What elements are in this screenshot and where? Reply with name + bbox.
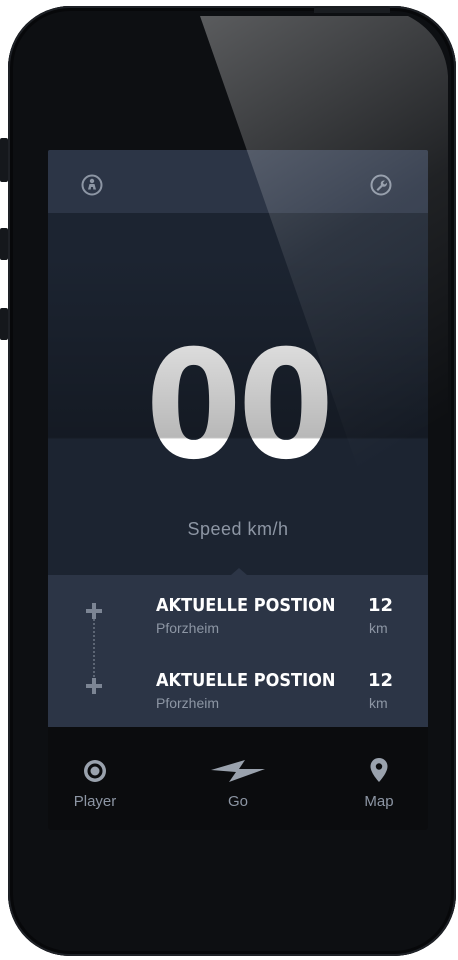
list-item[interactable]: AKTUELLE POSTION Pforzheim 12 km [48,666,428,716]
map-pin-icon [316,757,428,785]
power-button [314,6,390,13]
location-title: AKTUELLE POSTION [156,595,336,616]
location-subtitle: Pforzheim [156,695,220,711]
wrench-icon[interactable] [370,174,392,196]
tab-go[interactable]: Go [175,727,301,830]
speed-label: Speed km/h [187,519,289,539]
location-distance: 12 [368,595,394,616]
location-subtitle: Pforzheim [156,620,220,636]
location-distance: 12 [368,670,394,691]
record-icon [48,757,158,785]
app-screen: 00 Speed km/h AKTUELLE POSTION Pforzheim… [48,150,428,830]
lightning-icon [175,757,301,785]
tab-label: Player [73,793,117,810]
panel-caret [231,568,247,575]
plus-icon[interactable] [86,603,102,619]
volume-down-button [0,308,8,340]
location-unit: km [369,620,388,636]
person-icon[interactable] [81,174,103,196]
phone-frame: 00 Speed km/h AKTUELLE POSTION Pforzheim… [8,6,456,956]
tab-bar: Player Go Map [48,727,428,830]
location-list: AKTUELLE POSTION Pforzheim 12 km AKTUELL… [48,575,428,727]
tab-map[interactable]: Map [316,727,428,830]
location-title: AKTUELLE POSTION [156,670,336,691]
plus-icon[interactable] [86,678,102,694]
volume-up-button [0,228,8,260]
speed-value: 00 [145,319,334,493]
tab-label: Go [227,793,248,810]
speed-display: 00 Speed km/h [48,213,428,575]
header-bar [48,150,428,213]
mute-switch [0,138,8,182]
tab-label: Map [364,793,394,810]
location-unit: km [369,695,388,711]
list-item[interactable]: AKTUELLE POSTION Pforzheim 12 km [48,591,428,641]
tab-player[interactable]: Player [48,727,158,830]
